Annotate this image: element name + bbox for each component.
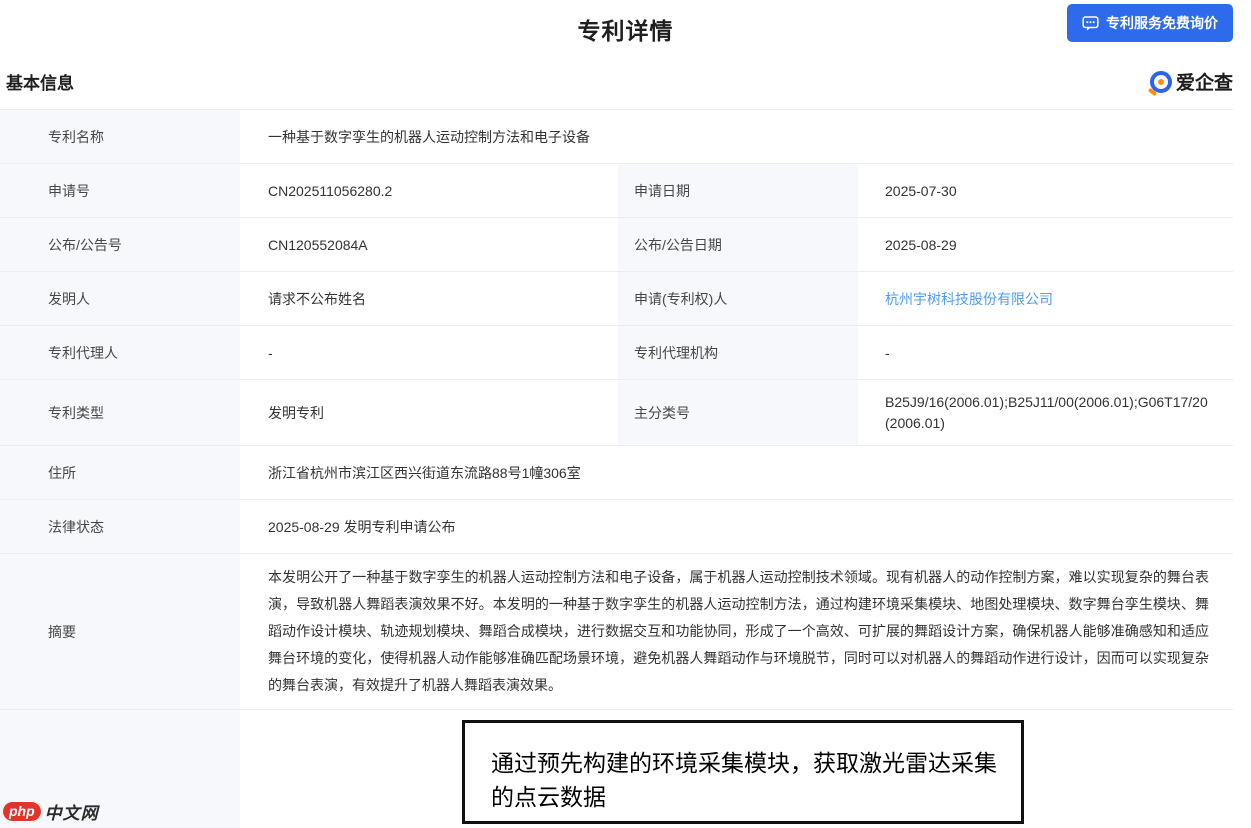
flowchart-step-box: 通过预先构建的环境采集模块，获取激光雷达采集的点云数据 xyxy=(462,720,1024,824)
section-bar: 基本信息 爱企查 xyxy=(0,50,1251,109)
table-row-legal-status: 法律状态 2025-08-29 发明专利申请公布 xyxy=(0,500,1233,554)
php-cn-watermark-logo: php 中文网 xyxy=(2,799,99,824)
table-row-address: 住所 浙江省杭州市滨江区西兴街道东流路88号1幢306室 xyxy=(0,446,1233,500)
table-row-agent: 专利代理人 - 专利代理机构 - xyxy=(0,326,1233,380)
agency-value: - xyxy=(858,326,1233,379)
page-title: 专利详情 xyxy=(0,0,1251,46)
application-date-value: 2025-07-30 xyxy=(858,164,1233,217)
section-title: 基本信息 xyxy=(6,69,74,94)
patent-info-table: 专利名称 一种基于数字孪生的机器人运动控制方法和电子设备 申请号 CN20251… xyxy=(0,109,1233,828)
table-row-patent-name: 专利名称 一种基于数字孪生的机器人运动控制方法和电子设备 xyxy=(0,110,1233,164)
legal-status-value: 2025-08-29 发明专利申请公布 xyxy=(240,500,1233,553)
table-row-figure: 通过预先构建的环境采集模块，获取激光雷达采集的点云数据 xyxy=(0,710,1233,828)
row-label: 摘要 xyxy=(0,554,240,709)
row-label: 专利代理机构 xyxy=(618,326,858,379)
quote-button-label: 专利服务免费询价 xyxy=(1106,13,1218,33)
row-label: 申请号 xyxy=(0,164,240,217)
abstract-value: 本发明公开了一种基于数字孪生的机器人运动控制方法和电子设备，属于机器人运动控制技… xyxy=(240,554,1233,709)
publication-date-value: 2025-08-29 xyxy=(858,218,1233,271)
row-label: 公布/公告号 xyxy=(0,218,240,271)
table-row-publication: 公布/公告号 CN120552084A 公布/公告日期 2025-08-29 xyxy=(0,218,1233,272)
php-suffix-label: 中文网 xyxy=(45,799,99,824)
address-value: 浙江省杭州市滨江区西兴街道东流路88号1幢306室 xyxy=(240,446,1233,499)
patent-agent-value: - xyxy=(240,326,618,379)
row-label: 法律状态 xyxy=(0,500,240,553)
aiqicha-brand-label: 爱企查 xyxy=(1176,68,1233,95)
applicant-company-link[interactable]: 杭州宇树科技股份有限公司 xyxy=(885,289,1053,309)
table-row-application: 申请号 CN202511056280.2 申请日期 2025-07-30 xyxy=(0,164,1233,218)
table-row-abstract: 摘要 本发明公开了一种基于数字孪生的机器人运动控制方法和电子设备，属于机器人运动… xyxy=(0,554,1233,710)
row-label: 主分类号 xyxy=(618,380,858,445)
patent-name-value: 一种基于数字孪生的机器人运动控制方法和电子设备 xyxy=(240,110,1233,163)
chat-bubble-icon xyxy=(1082,15,1099,32)
figure-area: 通过预先构建的环境采集模块，获取激光雷达采集的点云数据 xyxy=(240,710,1233,828)
row-label: 专利类型 xyxy=(0,380,240,445)
patent-type-value: 发明专利 xyxy=(240,380,618,445)
publication-number-value: CN120552084A xyxy=(240,218,618,271)
row-label: 专利名称 xyxy=(0,110,240,163)
row-label: 住所 xyxy=(0,446,240,499)
inventor-value: 请求不公布姓名 xyxy=(240,272,618,325)
row-label: 发明人 xyxy=(0,272,240,325)
aiqicha-brand[interactable]: 爱企查 xyxy=(1150,68,1233,95)
row-label: 专利代理人 xyxy=(0,326,240,379)
row-label: 申请(专利权)人 xyxy=(618,272,858,325)
aiqicha-magnifier-icon xyxy=(1150,71,1172,93)
php-badge: php xyxy=(2,801,42,822)
patent-service-quote-button[interactable]: 专利服务免费询价 xyxy=(1067,4,1233,42)
page-header: 专利详情 专利服务免费询价 xyxy=(0,0,1251,50)
main-classification-value: B25J9/16(2006.01);B25J11/00(2006.01);G06… xyxy=(885,384,1213,442)
table-row-type: 专利类型 发明专利 主分类号 B25J9/16(2006.01);B25J11/… xyxy=(0,380,1233,446)
table-row-inventor: 发明人 请求不公布姓名 申请(专利权)人 杭州宇树科技股份有限公司 xyxy=(0,272,1233,326)
row-label: 公布/公告日期 xyxy=(618,218,858,271)
application-number-value: CN202511056280.2 xyxy=(240,164,618,217)
row-label: 申请日期 xyxy=(618,164,858,217)
